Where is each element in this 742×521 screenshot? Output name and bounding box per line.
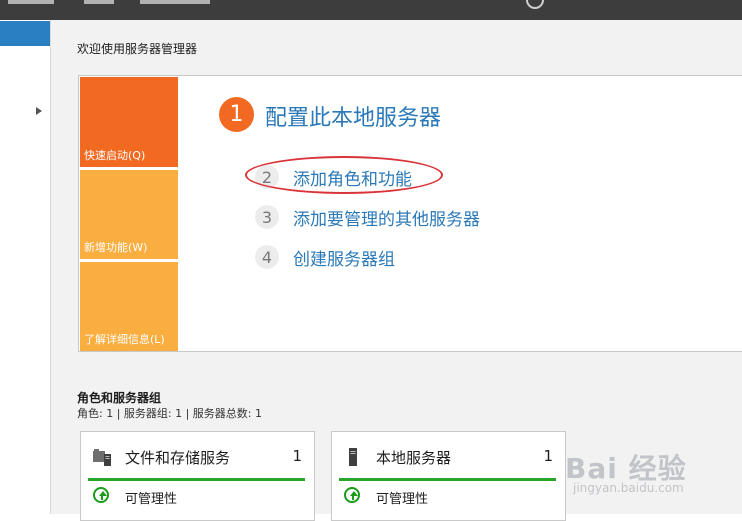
watermark-url: jingyan.baidu.com: [573, 481, 684, 495]
baidu-watermark: Bai 经验 jingyan.baidu.com: [565, 433, 740, 503]
server-icon: [349, 448, 357, 466]
status-bar: [88, 478, 305, 481]
title-bar: [0, 0, 742, 20]
tile-label: 新增功能(W): [84, 241, 148, 254]
tile-label: 快速启动(Q): [84, 149, 146, 162]
card-title: 文件和存储服务: [125, 449, 231, 467]
card-local-server[interactable]: 本地服务器 1 可管理性: [331, 431, 566, 521]
sidebar: [0, 20, 51, 514]
add-other-servers-link[interactable]: 添加要管理的其他服务器: [293, 205, 480, 230]
configure-local-server-link[interactable]: 配置此本地服务器: [265, 100, 441, 132]
card-count: 1: [543, 447, 553, 465]
manageability-label[interactable]: 可管理性: [376, 488, 428, 507]
card-count: 1: [292, 447, 302, 465]
tile-whats-new[interactable]: 新增功能(W): [80, 170, 178, 259]
add-roles-features-link[interactable]: 添加角色和功能: [293, 165, 412, 190]
roles-summary: 角色: 1 | 服务器组: 1 | 服务器总数: 1: [77, 407, 263, 420]
step-4-number: 4: [255, 245, 279, 269]
tile-quick-start[interactable]: 快速启动(Q): [80, 77, 178, 167]
status-bar: [339, 478, 556, 481]
sidebar-item-selected[interactable]: [0, 21, 50, 46]
tile-learn-more[interactable]: 了解详细信息(L): [80, 262, 178, 351]
card-file-storage-services[interactable]: 文件和存储服务 1 可管理性: [80, 431, 315, 521]
tile-label: 了解详细信息(L): [84, 333, 165, 346]
arrow-up-icon: [93, 487, 109, 503]
card-title: 本地服务器: [376, 449, 452, 467]
welcome-title: 欢迎使用服务器管理器: [77, 42, 198, 56]
arrow-up-icon: [344, 487, 360, 503]
chevron-right-icon[interactable]: [36, 107, 42, 115]
folder-server-icon: [93, 449, 111, 466]
step-2-number: 2: [255, 165, 279, 189]
step-3-number: 3: [255, 205, 279, 229]
notification-icon[interactable]: [526, 0, 544, 9]
roles-section-title: 角色和服务器组: [77, 391, 162, 405]
create-server-group-link[interactable]: 创建服务器组: [293, 245, 395, 270]
step-1-number: 1: [219, 97, 254, 132]
manageability-label[interactable]: 可管理性: [125, 488, 177, 507]
